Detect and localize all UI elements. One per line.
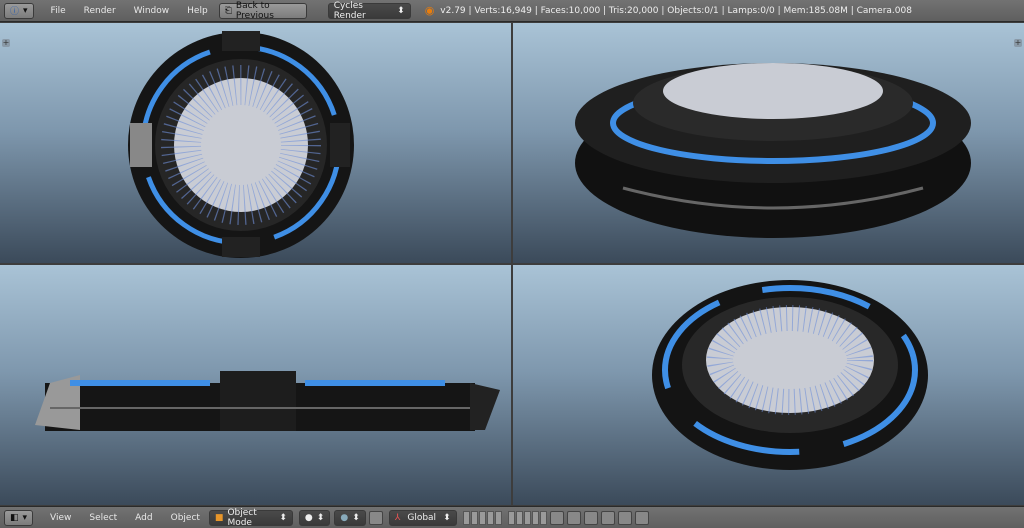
info-icon: ⓘ bbox=[10, 7, 20, 17]
pivot-icon: ● bbox=[340, 512, 349, 523]
menu-add[interactable]: Add bbox=[126, 513, 161, 523]
model-side-view bbox=[35, 371, 500, 431]
scene-stats: v2.79 | Verts:16,949 | Faces:10,000 | Tr… bbox=[440, 5, 912, 16]
axis-icon: ⅄ bbox=[394, 512, 401, 523]
viewport-shading-select[interactable]: ● ⬍ bbox=[298, 509, 331, 526]
editor-type-selector[interactable]: ⓘ ▾ bbox=[4, 2, 34, 19]
menu-render[interactable]: Render bbox=[75, 6, 125, 16]
toolshelf-toggle[interactable]: + bbox=[2, 39, 10, 47]
lock-layers-icon[interactable] bbox=[549, 510, 564, 525]
object-mode-icon: ■ bbox=[214, 512, 224, 523]
menu-file[interactable]: File bbox=[42, 6, 75, 16]
model-front-view bbox=[128, 31, 354, 258]
menu-help[interactable]: Help bbox=[178, 6, 217, 16]
layer-buttons-2[interactable] bbox=[507, 510, 547, 525]
pivot-point-select[interactable]: ● ⬍ bbox=[334, 509, 366, 526]
render-animation-icon[interactable] bbox=[634, 510, 649, 525]
properties-toggle[interactable]: + bbox=[1014, 39, 1022, 47]
menu-object[interactable]: Object bbox=[162, 513, 209, 523]
editor-type-selector-3d[interactable]: ◧ ▾ bbox=[4, 509, 34, 526]
render-engine-select[interactable]: Cycles Render ⬍ bbox=[327, 1, 411, 21]
viewport-bottom-left[interactable] bbox=[0, 265, 511, 505]
snap-icon[interactable] bbox=[583, 510, 598, 525]
3d-view-icon: ◧ bbox=[10, 512, 19, 523]
info-header: ⓘ ▾ File Render Window Help ⎗ Back to Prev… bbox=[0, 0, 1024, 22]
transform-orientation-select[interactable]: ⅄ Global ⬍ bbox=[388, 509, 457, 526]
render-image-icon[interactable] bbox=[617, 510, 632, 525]
viewport-bottom-right[interactable] bbox=[513, 265, 1024, 505]
menu-window[interactable]: Window bbox=[125, 6, 179, 16]
menu-select[interactable]: Select bbox=[80, 513, 126, 523]
solid-sphere-icon: ● bbox=[304, 512, 313, 523]
viewport-top-left[interactable]: + bbox=[0, 23, 511, 263]
manipulator-toggle[interactable] bbox=[368, 510, 383, 525]
layer-buttons-1[interactable] bbox=[462, 510, 502, 525]
back-to-previous-button[interactable]: ⎗ Back to Previous bbox=[218, 1, 307, 21]
model-perspective-view bbox=[575, 63, 971, 238]
3d-view-header: ◧ ▾ View Select Add Object ■ Object Mode ⬍ … bbox=[0, 506, 1024, 528]
model-camera-view bbox=[652, 280, 928, 470]
back-icon: ⎗ bbox=[224, 5, 232, 16]
menu-view[interactable]: View bbox=[41, 513, 80, 523]
viewport-top-right[interactable]: + bbox=[513, 23, 1024, 263]
mode-select[interactable]: ■ Object Mode ⬍ bbox=[208, 508, 293, 528]
blender-logo-icon: ◉ bbox=[424, 4, 435, 17]
proportional-edit-icon[interactable] bbox=[566, 510, 581, 525]
snap-target-icon[interactable] bbox=[600, 510, 615, 525]
